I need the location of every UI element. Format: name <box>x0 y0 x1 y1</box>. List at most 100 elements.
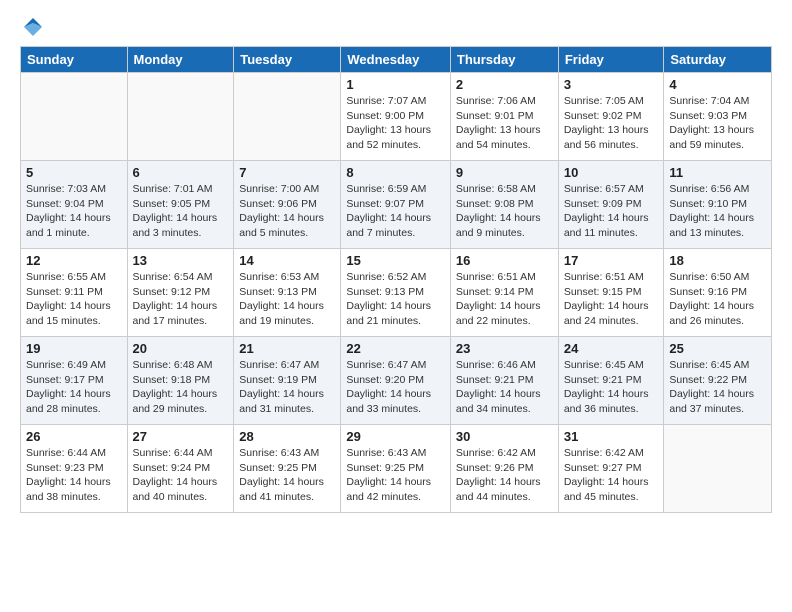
day-number: 24 <box>564 341 659 356</box>
day-number: 22 <box>346 341 445 356</box>
calendar-cell: 17Sunrise: 6:51 AM Sunset: 9:15 PM Dayli… <box>558 249 664 337</box>
day-number: 15 <box>346 253 445 268</box>
calendar-cell: 6 Sunrise: 7:01 AM Sunset: 9:05 PM Daylig… <box>127 161 234 249</box>
calendar-cell: 16Sunrise: 6:51 AM Sunset: 9:14 PM Dayli… <box>450 249 558 337</box>
day-number: 18 <box>669 253 766 268</box>
day-info: Sunrise: 6:57 AM Sunset: 9:09 PM Dayligh… <box>564 182 659 241</box>
dow-header: Thursday <box>450 47 558 73</box>
calendar-cell: 27 Sunrise: 6:44 AM Sunset: 9:24 PM Dayli… <box>127 425 234 513</box>
calendar-cell <box>127 73 234 161</box>
day-info: Sunrise: 6:42 AM Sunset: 9:26 PM Dayligh… <box>456 446 553 505</box>
calendar-cell: 7 Sunrise: 7:00 AM Sunset: 9:06 PM Daylig… <box>234 161 341 249</box>
header <box>20 16 772 38</box>
calendar-cell: 14 Sunrise: 6:53 AM Sunset: 9:13 PM Dayli… <box>234 249 341 337</box>
dow-header: Sunday <box>21 47 128 73</box>
day-info: Sunrise: 6:53 AM Sunset: 9:13 PM Dayligh… <box>239 270 335 329</box>
calendar-cell: 10 Sunrise: 6:57 AM Sunset: 9:09 PM Dayli… <box>558 161 664 249</box>
calendar-cell: 3 Sunrise: 7:05 AM Sunset: 9:02 PM Daylig… <box>558 73 664 161</box>
day-info: Sunrise: 6:46 AM Sunset: 9:21 PM Dayligh… <box>456 358 553 417</box>
calendar-cell: 20 Sunrise: 6:48 AM Sunset: 9:18 PM Dayli… <box>127 337 234 425</box>
day-number: 1 <box>346 77 445 92</box>
day-number: 2 <box>456 77 553 92</box>
day-number: 11 <box>669 165 766 180</box>
calendar-week-row: 12Sunrise: 6:55 AM Sunset: 9:11 PM Dayli… <box>21 249 772 337</box>
calendar-week-row: 26 Sunrise: 6:44 AM Sunset: 9:23 PM Dayli… <box>21 425 772 513</box>
day-info: Sunrise: 6:47 AM Sunset: 9:19 PM Dayligh… <box>239 358 335 417</box>
dow-header: Saturday <box>664 47 772 73</box>
day-number: 9 <box>456 165 553 180</box>
calendar-cell: 8Sunrise: 6:59 AM Sunset: 9:07 PM Daylig… <box>341 161 451 249</box>
calendar-cell: 18Sunrise: 6:50 AM Sunset: 9:16 PM Dayli… <box>664 249 772 337</box>
day-info: Sunrise: 6:45 AM Sunset: 9:22 PM Dayligh… <box>669 358 766 417</box>
calendar-cell: 13 Sunrise: 6:54 AM Sunset: 9:12 PM Dayli… <box>127 249 234 337</box>
day-info: Sunrise: 6:59 AM Sunset: 9:07 PM Dayligh… <box>346 182 445 241</box>
day-info: Sunrise: 7:03 AM Sunset: 9:04 PM Dayligh… <box>26 182 122 241</box>
day-info: Sunrise: 6:44 AM Sunset: 9:24 PM Dayligh… <box>133 446 229 505</box>
day-number: 6 <box>133 165 229 180</box>
day-number: 16 <box>456 253 553 268</box>
day-info: Sunrise: 7:00 AM Sunset: 9:06 PM Dayligh… <box>239 182 335 241</box>
calendar-cell: 29 Sunrise: 6:43 AM Sunset: 9:25 PM Dayli… <box>341 425 451 513</box>
calendar: SundayMondayTuesdayWednesdayThursdayFrid… <box>20 46 772 513</box>
day-info: Sunrise: 7:07 AM Sunset: 9:00 PM Dayligh… <box>346 94 445 153</box>
day-number: 5 <box>26 165 122 180</box>
day-number: 23 <box>456 341 553 356</box>
page: SundayMondayTuesdayWednesdayThursdayFrid… <box>0 0 792 529</box>
day-info: Sunrise: 7:01 AM Sunset: 9:05 PM Dayligh… <box>133 182 229 241</box>
calendar-cell: 19 Sunrise: 6:49 AM Sunset: 9:17 PM Dayli… <box>21 337 128 425</box>
logo <box>20 16 44 38</box>
calendar-cell: 24 Sunrise: 6:45 AM Sunset: 9:21 PM Dayli… <box>558 337 664 425</box>
calendar-cell: 5 Sunrise: 7:03 AM Sunset: 9:04 PM Daylig… <box>21 161 128 249</box>
day-number: 3 <box>564 77 659 92</box>
day-info: Sunrise: 6:43 AM Sunset: 9:25 PM Dayligh… <box>346 446 445 505</box>
calendar-cell <box>664 425 772 513</box>
day-number: 20 <box>133 341 229 356</box>
dow-header: Monday <box>127 47 234 73</box>
day-number: 25 <box>669 341 766 356</box>
day-number: 10 <box>564 165 659 180</box>
day-info: Sunrise: 6:44 AM Sunset: 9:23 PM Dayligh… <box>26 446 122 505</box>
calendar-week-row: 5 Sunrise: 7:03 AM Sunset: 9:04 PM Daylig… <box>21 161 772 249</box>
calendar-cell: 23 Sunrise: 6:46 AM Sunset: 9:21 PM Dayli… <box>450 337 558 425</box>
day-number: 19 <box>26 341 122 356</box>
day-number: 29 <box>346 429 445 444</box>
calendar-cell: 2 Sunrise: 7:06 AM Sunset: 9:01 PM Daylig… <box>450 73 558 161</box>
day-info: Sunrise: 7:06 AM Sunset: 9:01 PM Dayligh… <box>456 94 553 153</box>
day-number: 14 <box>239 253 335 268</box>
dow-header: Friday <box>558 47 664 73</box>
day-info: Sunrise: 6:42 AM Sunset: 9:27 PM Dayligh… <box>564 446 659 505</box>
dow-header: Tuesday <box>234 47 341 73</box>
calendar-week-row: 1 Sunrise: 7:07 AM Sunset: 9:00 PM Daylig… <box>21 73 772 161</box>
days-of-week-row: SundayMondayTuesdayWednesdayThursdayFrid… <box>21 47 772 73</box>
day-number: 26 <box>26 429 122 444</box>
day-info: Sunrise: 6:45 AM Sunset: 9:21 PM Dayligh… <box>564 358 659 417</box>
calendar-week-row: 19 Sunrise: 6:49 AM Sunset: 9:17 PM Dayli… <box>21 337 772 425</box>
day-info: Sunrise: 6:49 AM Sunset: 9:17 PM Dayligh… <box>26 358 122 417</box>
day-number: 13 <box>133 253 229 268</box>
logo-icon <box>22 16 44 38</box>
day-info: Sunrise: 6:51 AM Sunset: 9:15 PM Dayligh… <box>564 270 659 329</box>
day-info: Sunrise: 6:56 AM Sunset: 9:10 PM Dayligh… <box>669 182 766 241</box>
calendar-cell: 30Sunrise: 6:42 AM Sunset: 9:26 PM Dayli… <box>450 425 558 513</box>
day-number: 28 <box>239 429 335 444</box>
calendar-cell <box>21 73 128 161</box>
day-info: Sunrise: 6:48 AM Sunset: 9:18 PM Dayligh… <box>133 358 229 417</box>
day-info: Sunrise: 7:04 AM Sunset: 9:03 PM Dayligh… <box>669 94 766 153</box>
day-info: Sunrise: 6:47 AM Sunset: 9:20 PM Dayligh… <box>346 358 445 417</box>
day-number: 27 <box>133 429 229 444</box>
calendar-cell: 21Sunrise: 6:47 AM Sunset: 9:19 PM Dayli… <box>234 337 341 425</box>
calendar-cell: 11 Sunrise: 6:56 AM Sunset: 9:10 PM Dayli… <box>664 161 772 249</box>
day-info: Sunrise: 6:54 AM Sunset: 9:12 PM Dayligh… <box>133 270 229 329</box>
calendar-cell: 25 Sunrise: 6:45 AM Sunset: 9:22 PM Dayli… <box>664 337 772 425</box>
day-info: Sunrise: 6:43 AM Sunset: 9:25 PM Dayligh… <box>239 446 335 505</box>
day-info: Sunrise: 6:58 AM Sunset: 9:08 PM Dayligh… <box>456 182 553 241</box>
day-info: Sunrise: 7:05 AM Sunset: 9:02 PM Dayligh… <box>564 94 659 153</box>
day-number: 7 <box>239 165 335 180</box>
calendar-cell: 1 Sunrise: 7:07 AM Sunset: 9:00 PM Daylig… <box>341 73 451 161</box>
calendar-cell: 26 Sunrise: 6:44 AM Sunset: 9:23 PM Dayli… <box>21 425 128 513</box>
day-info: Sunrise: 6:55 AM Sunset: 9:11 PM Dayligh… <box>26 270 122 329</box>
calendar-cell <box>234 73 341 161</box>
day-info: Sunrise: 6:52 AM Sunset: 9:13 PM Dayligh… <box>346 270 445 329</box>
calendar-cell: 15 Sunrise: 6:52 AM Sunset: 9:13 PM Dayli… <box>341 249 451 337</box>
calendar-cell: 28 Sunrise: 6:43 AM Sunset: 9:25 PM Dayli… <box>234 425 341 513</box>
